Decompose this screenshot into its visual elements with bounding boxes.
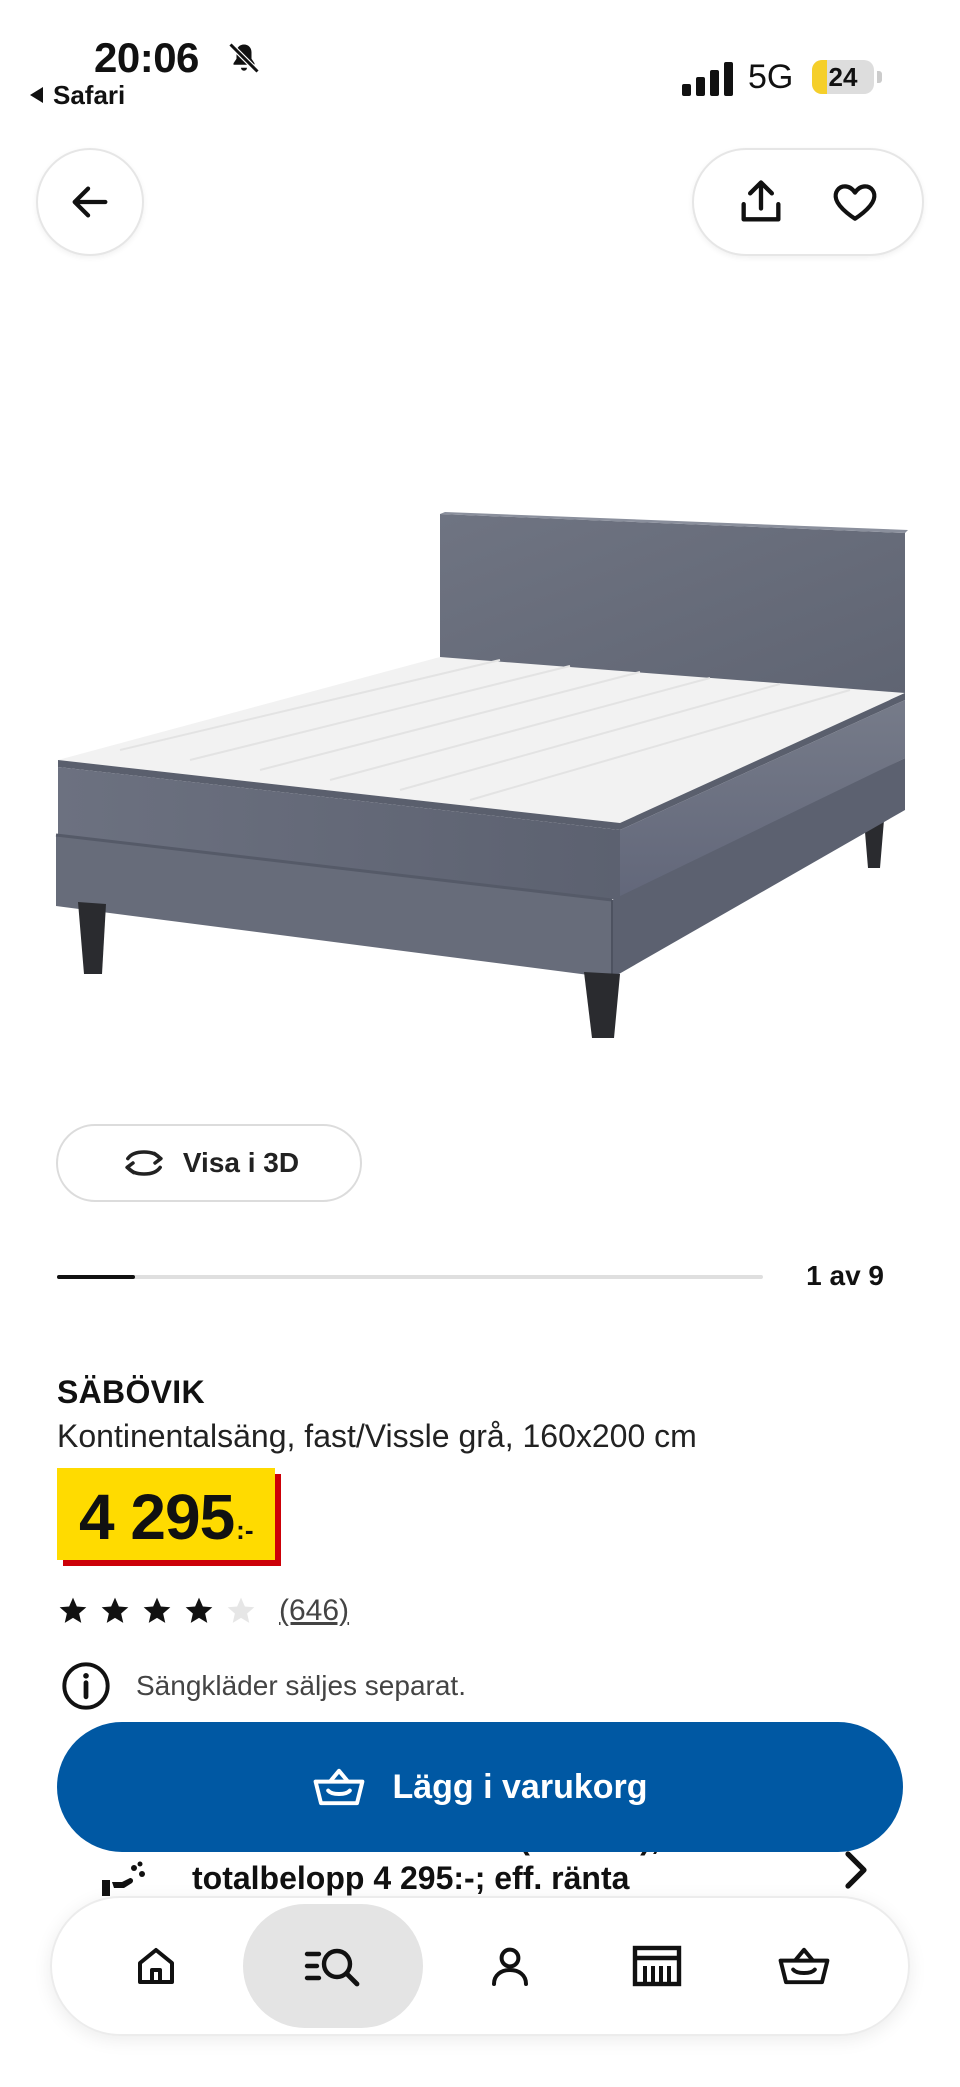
battery-level: 24 (828, 62, 858, 92)
search-list-icon (304, 1948, 360, 1987)
product-image[interactable] (0, 290, 960, 1090)
share-icon (741, 180, 781, 222)
favorite-button[interactable] (825, 172, 885, 232)
person-icon (491, 1947, 528, 1986)
financing-line-2: totalbelopp 4 295:-; eff. ränta (192, 1860, 630, 1896)
arrow-left-icon (72, 186, 108, 218)
product-description: Kontinentalsäng, fast/Vissle grå, 160x20… (57, 1418, 697, 1454)
gallery-progress-fill (57, 1275, 135, 1279)
status-bar: 20:06 Safari 5G 24 (0, 0, 960, 120)
money-icon (102, 1861, 145, 1896)
network-type: 5G (748, 58, 794, 96)
tab-cart[interactable] (744, 1906, 864, 2026)
gallery-progress (57, 1275, 763, 1279)
status-time: 20:06 (94, 34, 199, 81)
add-to-cart-button[interactable]: Lägg i varukorg (57, 1722, 903, 1852)
tab-store[interactable] (597, 1906, 717, 2026)
price-value: 4 295 (79, 1481, 235, 1553)
basket-icon (314, 1768, 365, 1806)
info-icon (62, 1662, 110, 1710)
star-filled-icon (143, 1597, 171, 1623)
rotate-3d-icon (125, 1150, 163, 1176)
back-to-app[interactable]: Safari (30, 80, 125, 111)
tab-search[interactable] (242, 1904, 423, 2028)
battery-icon: 24 (812, 60, 882, 94)
rating[interactable]: (646) (57, 1594, 349, 1628)
basket-icon (778, 1947, 830, 1985)
tab-bar (50, 1896, 910, 2036)
add-to-cart-label: Lägg i varukorg (392, 1767, 648, 1806)
tab-home[interactable] (96, 1906, 216, 2026)
back-button[interactable] (36, 148, 144, 256)
star-filled-icon (185, 1597, 213, 1623)
star-empty-icon (227, 1597, 255, 1623)
info-notice: Sängkläder säljes separat. (60, 1660, 466, 1712)
back-triangle-icon (30, 87, 43, 103)
view-3d-button[interactable]: Visa i 3D (56, 1124, 362, 1202)
heart-icon (833, 184, 877, 221)
star-filled-icon (101, 1597, 129, 1623)
gallery-position: 1 av 9 (806, 1260, 884, 1291)
bell-muted-icon (228, 42, 260, 74)
price-tag: 4 295 :- (57, 1468, 276, 1560)
tab-profile[interactable] (450, 1906, 570, 2026)
info-text: Sängkläder säljes separat. (136, 1670, 466, 1701)
star-filled-icon (59, 1597, 87, 1623)
product-name: SÄBÖVIK (57, 1374, 205, 1410)
chevron-right-icon (845, 1851, 867, 1889)
rating-stars (57, 1595, 257, 1627)
store-icon (632, 1945, 682, 1987)
header-actions (692, 148, 924, 256)
back-app-label: Safari (53, 80, 126, 110)
view-3d-label: Visa i 3D (182, 1147, 300, 1178)
rating-count[interactable]: (646) (279, 1594, 349, 1628)
cellular-signal-icon (682, 62, 733, 96)
share-button[interactable] (731, 172, 791, 232)
price-suffix: :- (236, 1515, 254, 1545)
home-icon (137, 1948, 174, 1984)
